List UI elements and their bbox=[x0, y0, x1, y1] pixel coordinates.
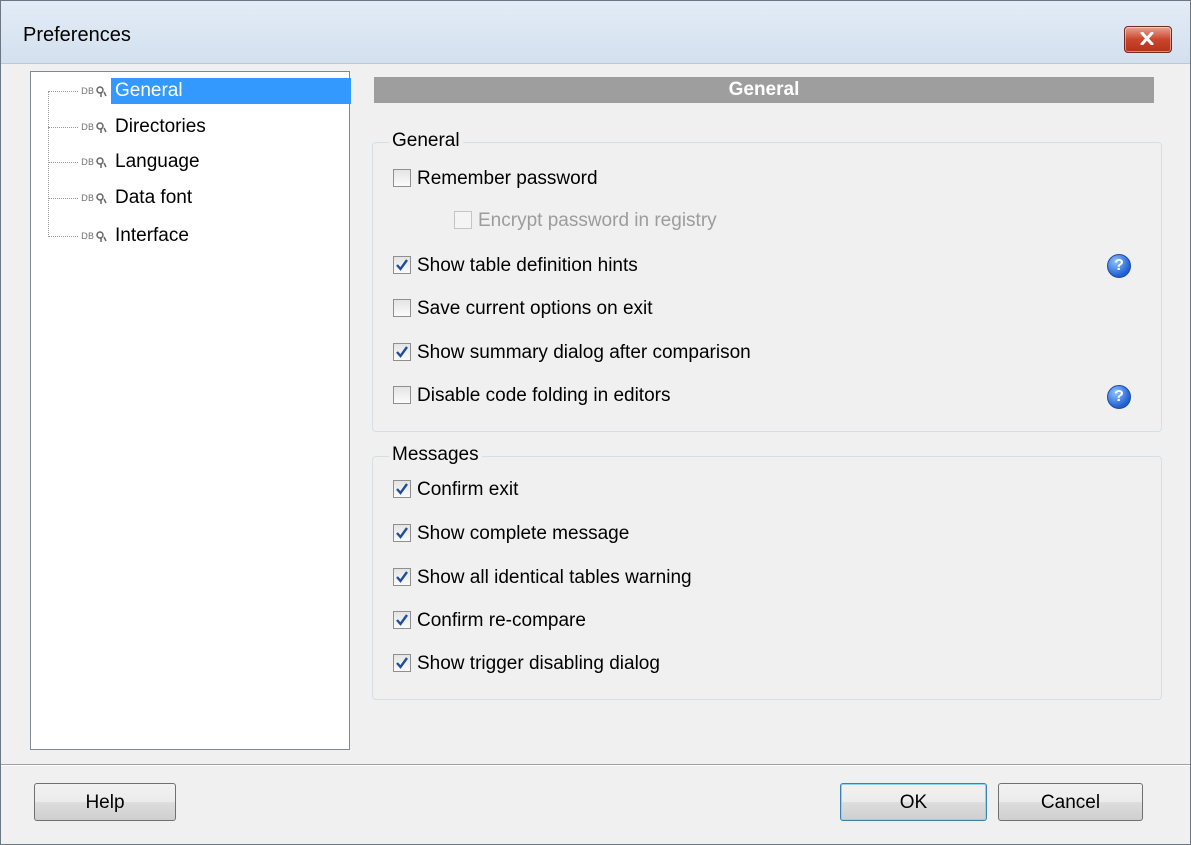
tree-item-language[interactable]: DB Language bbox=[31, 147, 347, 177]
help-icon[interactable]: ? bbox=[1107, 385, 1131, 409]
checkbox-box bbox=[393, 524, 411, 542]
checkbox-label: Show table definition hints bbox=[417, 255, 638, 276]
check-icon bbox=[396, 571, 408, 583]
tree-node-icon: DB bbox=[81, 193, 107, 204]
tree-branch bbox=[48, 198, 78, 199]
ok-button[interactable]: OK bbox=[840, 783, 987, 821]
show-trigger-dialog-checkbox[interactable]: Show trigger disabling dialog bbox=[393, 651, 743, 677]
checkbox-label: Save current options on exit bbox=[417, 298, 653, 319]
tree-item-label: Language bbox=[115, 151, 200, 172]
tree-branch bbox=[48, 236, 78, 237]
tree-item-label: General bbox=[111, 78, 351, 104]
checkbox-box bbox=[393, 299, 411, 317]
cancel-button[interactable]: Cancel bbox=[998, 783, 1143, 821]
show-complete-message-checkbox[interactable]: Show complete message bbox=[393, 521, 743, 547]
encrypt-password-checkbox[interactable]: Encrypt password in registry bbox=[454, 208, 854, 234]
group-title: Messages bbox=[389, 444, 482, 466]
tree-branch bbox=[48, 162, 78, 163]
section-header: General bbox=[374, 77, 1154, 103]
title-bar: Preferences bbox=[1, 1, 1190, 64]
window-title: Preferences bbox=[23, 24, 131, 46]
show-identical-tables-checkbox[interactable]: Show all identical tables warning bbox=[393, 565, 793, 591]
close-icon bbox=[1140, 32, 1154, 45]
svg-text:DB: DB bbox=[81, 158, 94, 168]
tree-item-data-font[interactable]: DB Data font bbox=[31, 183, 347, 213]
checkbox-box bbox=[393, 256, 411, 274]
group-title: General bbox=[389, 130, 463, 152]
checkbox-box bbox=[393, 611, 411, 629]
tree-node-icon: DB bbox=[81, 122, 107, 133]
show-table-hints-checkbox[interactable]: Show table definition hints bbox=[393, 253, 793, 279]
checkbox-box bbox=[393, 386, 411, 404]
checkbox-label: Encrypt password in registry bbox=[478, 210, 717, 231]
checkbox-label: Show trigger disabling dialog bbox=[417, 653, 660, 674]
help-icon[interactable]: ? bbox=[1107, 254, 1131, 278]
tree-item-label: Interface bbox=[115, 225, 189, 246]
check-icon bbox=[396, 657, 408, 669]
confirm-exit-checkbox[interactable]: Confirm exit bbox=[393, 477, 693, 503]
svg-text:DB: DB bbox=[81, 123, 94, 133]
tree-item-general[interactable]: DB General bbox=[31, 76, 351, 106]
tree-item-interface[interactable]: DB Interface bbox=[31, 221, 347, 251]
preferences-window: Preferences DB General DB Directories DB… bbox=[0, 0, 1191, 845]
show-summary-checkbox[interactable]: Show summary dialog after comparison bbox=[393, 340, 813, 366]
svg-text:DB: DB bbox=[81, 87, 94, 97]
checkbox-box bbox=[393, 343, 411, 361]
footer-separator bbox=[1, 764, 1190, 766]
tree-node-icon: DB bbox=[81, 86, 107, 97]
save-options-checkbox[interactable]: Save current options on exit bbox=[393, 296, 793, 322]
check-icon bbox=[396, 527, 408, 539]
help-button[interactable]: Help bbox=[34, 783, 176, 821]
svg-text:DB: DB bbox=[81, 232, 94, 242]
checkbox-label: Show all identical tables warning bbox=[417, 567, 692, 588]
category-tree[interactable]: DB General DB Directories DB Language DB… bbox=[30, 71, 351, 750]
check-icon bbox=[396, 614, 408, 626]
checkbox-box bbox=[393, 169, 411, 187]
checkbox-label: Confirm exit bbox=[417, 479, 519, 500]
check-icon bbox=[396, 483, 408, 495]
tree-item-directories[interactable]: DB Directories bbox=[31, 112, 347, 142]
tree-node-icon: DB bbox=[81, 231, 107, 242]
check-icon bbox=[396, 259, 408, 271]
tree-item-label: Directories bbox=[115, 116, 206, 137]
checkbox-label: Show summary dialog after comparison bbox=[417, 342, 751, 363]
tree-node-icon: DB bbox=[81, 157, 107, 168]
checkbox-label: Confirm re-compare bbox=[417, 610, 586, 631]
disable-folding-checkbox[interactable]: Disable code folding in editors bbox=[393, 383, 793, 409]
checkbox-label: Remember password bbox=[417, 168, 598, 189]
svg-text:DB: DB bbox=[81, 194, 94, 204]
tree-branch bbox=[48, 127, 78, 128]
general-group: General Remember password Encrypt passwo… bbox=[372, 130, 1162, 432]
messages-group: Messages Confirm exit Show complete mess… bbox=[372, 444, 1162, 700]
tree-branch bbox=[48, 91, 78, 92]
checkbox-label: Disable code folding in editors bbox=[417, 385, 671, 406]
check-icon bbox=[396, 346, 408, 358]
tree-item-label: Data font bbox=[115, 187, 193, 208]
remember-password-checkbox[interactable]: Remember password bbox=[393, 166, 793, 192]
checkbox-box bbox=[393, 568, 411, 586]
checkbox-box bbox=[393, 654, 411, 672]
checkbox-box bbox=[454, 211, 472, 229]
checkbox-label: Show complete message bbox=[417, 523, 630, 544]
checkbox-box bbox=[393, 480, 411, 498]
confirm-recompare-checkbox[interactable]: Confirm re-compare bbox=[393, 608, 693, 634]
close-button[interactable] bbox=[1124, 26, 1172, 53]
